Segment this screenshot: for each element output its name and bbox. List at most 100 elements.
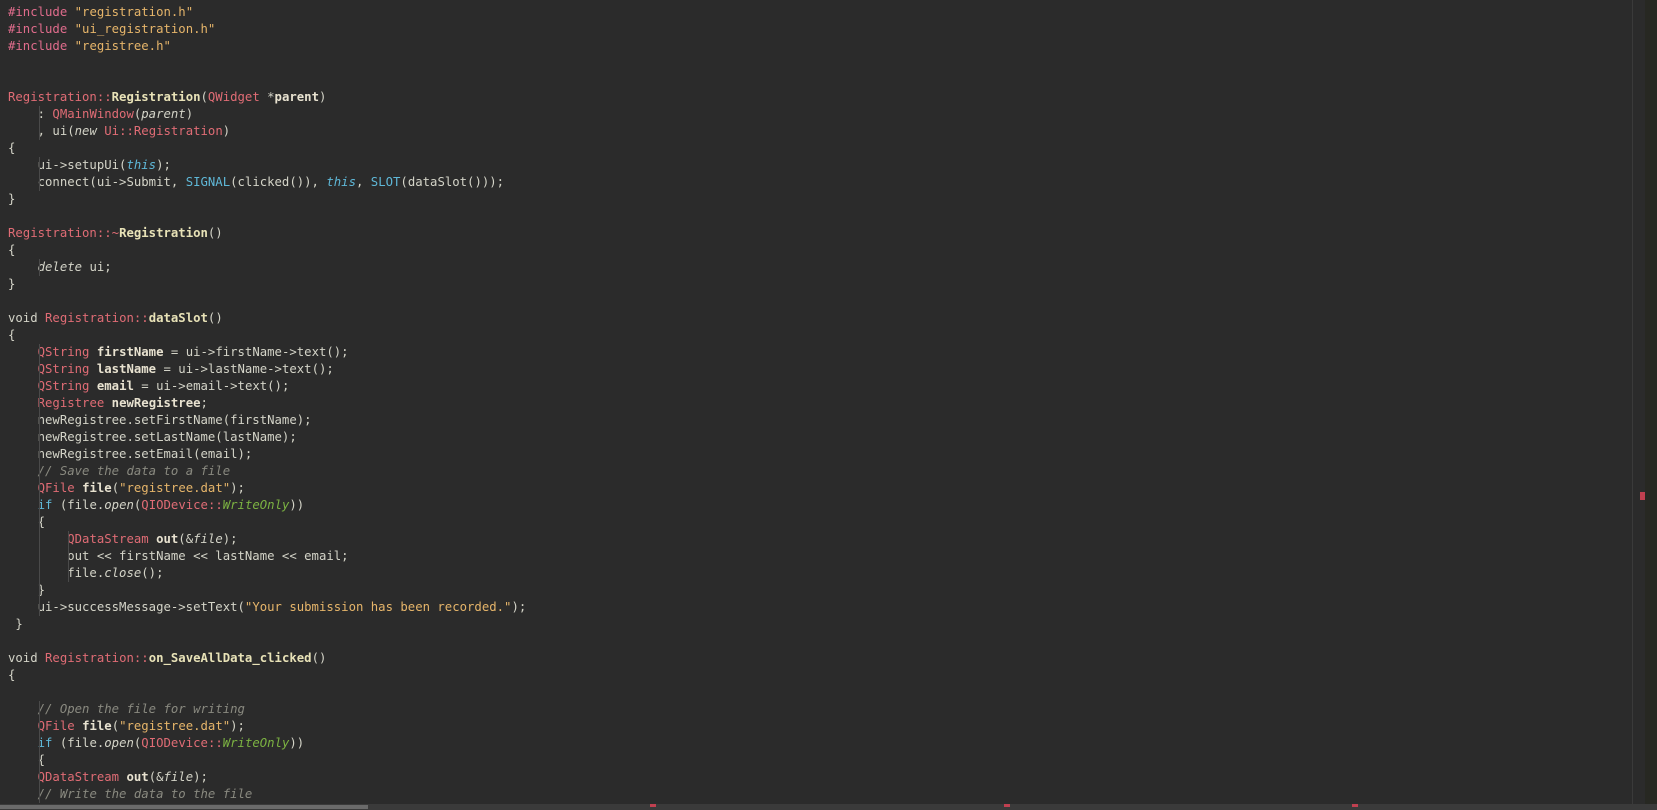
code-line[interactable]: { [8,140,526,157]
code-line[interactable] [8,293,526,310]
code-line[interactable]: } [8,276,526,293]
code-token: dataSlot [148,311,208,325]
code-line[interactable]: delete ui; [8,259,526,276]
code-token: // Write the data to the file [37,787,253,801]
code-line[interactable]: ui->setupUi(this); [8,157,526,174]
code-token: newRegistree.setFirstName(firstName); [8,413,312,427]
code-line[interactable] [8,72,526,89]
code-token: "registration.h" [74,5,194,19]
code-token: // Save the data to a file [37,464,231,478]
indent-guide [38,497,40,514]
code-line[interactable]: QFile file("registree.dat"); [8,718,526,735]
code-line[interactable]: { [8,667,526,684]
code-line[interactable]: void Registration::on_SaveAllData_clicke… [8,650,526,667]
code-line[interactable]: newRegistree.setFirstName(firstName); [8,412,526,429]
indent-guide [38,769,40,786]
code-token: :: [207,498,223,512]
scrollbar-thumb[interactable] [0,805,368,809]
code-token: (file. [52,736,105,750]
code-token: ); [156,158,171,172]
code-line[interactable]: } [8,582,526,599]
code-line[interactable]: newRegistree.setLastName(lastName); [8,429,526,446]
code-token: { [8,668,16,682]
code-line[interactable]: void Registration::dataSlot() [8,310,526,327]
code-line[interactable]: out << firstName << lastName << email; [8,548,526,565]
horizontal-scrollbar[interactable] [0,804,1657,810]
indent-guide [38,599,40,616]
code-line[interactable]: #include "registree.h" [8,38,526,55]
code-line[interactable]: Registration::Registration(QWidget *pare… [8,89,526,106]
code-token: ); [230,719,245,733]
code-token: Registration [45,651,134,665]
code-line[interactable]: QString firstName = ui->firstName->text(… [8,344,526,361]
code-token: QString [37,362,90,376]
vertical-scrollbar[interactable] [1632,0,1645,804]
indent-guide [68,531,70,548]
code-line[interactable]: , ui(new Ui::Registration) [8,123,526,140]
code-token: on_SaveAllData_clicked [148,651,312,665]
code-line[interactable]: QString lastName = ui->lastName->text(); [8,361,526,378]
code-line[interactable]: // Save the data to a file [8,463,526,480]
code-token: WriteOnly [222,736,290,750]
code-token: ( [111,719,120,733]
code-line[interactable]: #include "ui_registration.h" [8,21,526,38]
indent-guide [38,480,40,497]
code-token: "registree.dat" [119,481,231,495]
code-line[interactable]: // Write the data to the file [8,786,526,803]
code-area[interactable]: #include "registration.h" #include "ui_re… [8,4,526,803]
code-line[interactable]: QFile file("registree.dat"); [8,480,526,497]
code-line[interactable] [8,633,526,650]
code-line[interactable]: // Open the file for writing [8,701,526,718]
code-line[interactable] [8,208,526,225]
code-line[interactable]: { [8,752,526,769]
code-token: () [207,311,223,325]
code-line[interactable]: if (file.open(QIODevice::WriteOnly)) [8,735,526,752]
code-token: Registration [133,124,223,138]
code-line[interactable] [8,684,526,701]
code-line[interactable]: Registree newRegistree; [8,395,526,412]
code-token: (dataSlot())); [400,175,505,189]
code-token: lastName [96,362,157,376]
code-token: ) [185,107,194,121]
code-line[interactable] [8,55,526,72]
code-line[interactable]: QDataStream out(&file); [8,531,526,548]
code-token: "ui_registration.h" [74,22,216,36]
code-line[interactable]: if (file.open(QIODevice::WriteOnly)) [8,497,526,514]
code-line[interactable]: ui->successMessage->setText("Your submis… [8,599,526,616]
code-line[interactable]: : QMainWindow(parent) [8,106,526,123]
code-line[interactable]: { [8,327,526,344]
code-token: this [126,158,157,172]
code-token: QString [37,379,90,393]
code-line[interactable]: newRegistree.setEmail(email); [8,446,526,463]
code-line[interactable]: } [8,616,526,633]
code-token: void [8,651,46,665]
code-line[interactable]: { [8,242,526,259]
code-token: : [8,107,53,121]
code-token: SIGNAL [185,175,231,189]
code-token: { [8,141,16,155]
indent-guide [38,412,40,429]
code-line[interactable]: Registration::~Registration() [8,225,526,242]
code-token: newRegistree.setLastName(lastName); [8,430,297,444]
indent-guide [38,531,40,548]
code-token: = ui->firstName->text(); [163,345,349,359]
code-line[interactable]: file.close(); [8,565,526,582]
code-line[interactable]: QString email = ui->email->text(); [8,378,526,395]
code-token: QFile [37,481,75,495]
code-line[interactable]: { [8,514,526,531]
code-line[interactable]: connect(ui->Submit, SIGNAL(clicked()), t… [8,174,526,191]
code-line[interactable]: QDataStream out(&file); [8,769,526,786]
code-token: parent [274,90,319,104]
code-line[interactable]: #include "registration.h" [8,4,526,21]
code-line[interactable]: } [8,191,526,208]
code-token: ( [200,90,208,104]
code-editor[interactable]: #include "registration.h" #include "ui_re… [0,0,1645,804]
